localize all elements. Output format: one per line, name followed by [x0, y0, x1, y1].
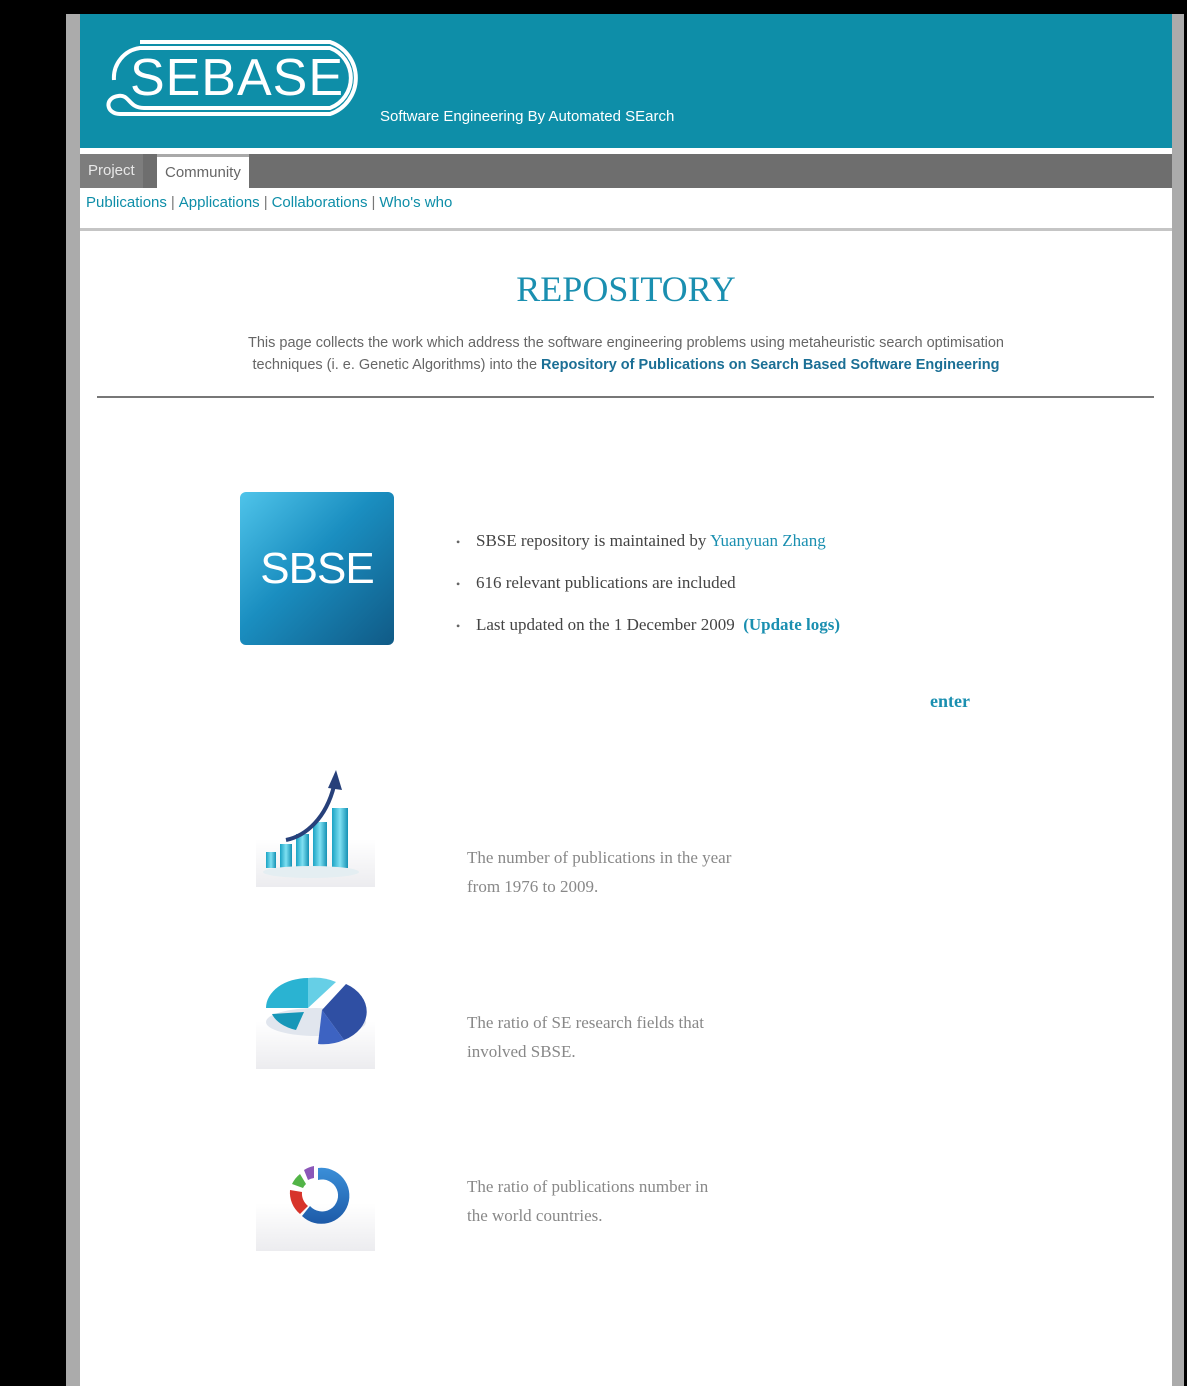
pie-chart-icon[interactable] — [256, 950, 375, 1069]
subnav-separator: | — [371, 194, 376, 211]
tab-bar: Project Community — [80, 154, 1172, 188]
subnav-separator: | — [170, 194, 175, 211]
fact-text: SBSE repository is maintained by — [476, 531, 707, 550]
sbse-logo: SBSE — [240, 492, 394, 645]
fact-maintainer: • SBSE repository is maintained by Yuanyu… — [456, 520, 840, 562]
page-title: REPOSITORY — [516, 269, 736, 309]
stat-line: the world countries. — [467, 1206, 603, 1225]
fact-text: 616 relevant publications are included — [476, 573, 736, 592]
logo-text: SEBASE — [129, 49, 345, 107]
enter-link[interactable]: enter — [930, 691, 970, 712]
stat-line: from 1976 to 2009. — [467, 877, 599, 896]
stat-line: The ratio of SE research fields that — [467, 1013, 704, 1032]
fact-count: • 616 relevant publications are included — [456, 562, 840, 604]
site-tagline: Software Engineering By Automated SEarch — [380, 108, 675, 125]
sebase-logo[interactable]: SEBASE — [100, 36, 374, 120]
repository-link[interactable]: Repository of Publications on Search Bas… — [541, 357, 999, 373]
stat-description: The ratio of publications number in the … — [467, 1172, 807, 1230]
stat-line: involved SBSE. — [467, 1042, 576, 1061]
sub-navigation: Publications | Applications | Collaborations… — [86, 194, 452, 211]
subnav-collaborations[interactable]: Collaborations — [272, 194, 368, 211]
bar-chart-icon[interactable] — [256, 768, 375, 887]
stat-description: The ratio of SE research fields that inv… — [467, 1008, 807, 1066]
subnav-publications[interactable]: Publications — [86, 194, 167, 211]
intro-text: This page collects the work which addres… — [110, 332, 1142, 376]
bullet-icon: • — [456, 577, 461, 591]
bullet-icon: • — [456, 535, 461, 549]
ring-chart-graphic — [289, 1166, 350, 1224]
subnav-separator: | — [263, 194, 268, 211]
pie-chart-graphic — [266, 977, 367, 1045]
stat-line: The ratio of publications number in — [467, 1177, 709, 1196]
bullet-icon: • — [456, 619, 461, 633]
ring-chart-icon[interactable] — [256, 1132, 375, 1251]
tab-project[interactable]: Project — [80, 154, 143, 188]
site-header: SEBASE Software Engineering By Automated… — [80, 14, 1172, 148]
maintainer-link[interactable]: Yuanyuan Zhang — [710, 531, 826, 550]
repository-facts: • SBSE repository is maintained by Yuanyu… — [456, 520, 840, 646]
stat-line: The number of publications in the year — [467, 848, 732, 867]
update-logs-link[interactable]: (Update logs) — [743, 615, 840, 634]
fact-updated: • Last updated on the 1 December 2009 (Up… — [456, 604, 840, 646]
subnav-whos-who[interactable]: Who's who — [379, 194, 452, 211]
subnav-divider — [80, 228, 1172, 231]
section-divider — [97, 396, 1154, 398]
subnav-applications[interactable]: Applications — [179, 194, 260, 211]
intro-line-2: techniques (i. e. Genetic Algorithms) in… — [252, 357, 538, 373]
tab-community[interactable]: Community — [157, 154, 249, 188]
stat-description: The number of publications in the year f… — [467, 843, 807, 901]
bar-chart-graphic — [263, 770, 359, 878]
fact-text: Last updated on the 1 December 2009 — [476, 615, 735, 634]
intro-line-1: This page collects the work which addres… — [248, 335, 1004, 351]
page: SEBASE Software Engineering By Automated… — [80, 14, 1172, 1386]
